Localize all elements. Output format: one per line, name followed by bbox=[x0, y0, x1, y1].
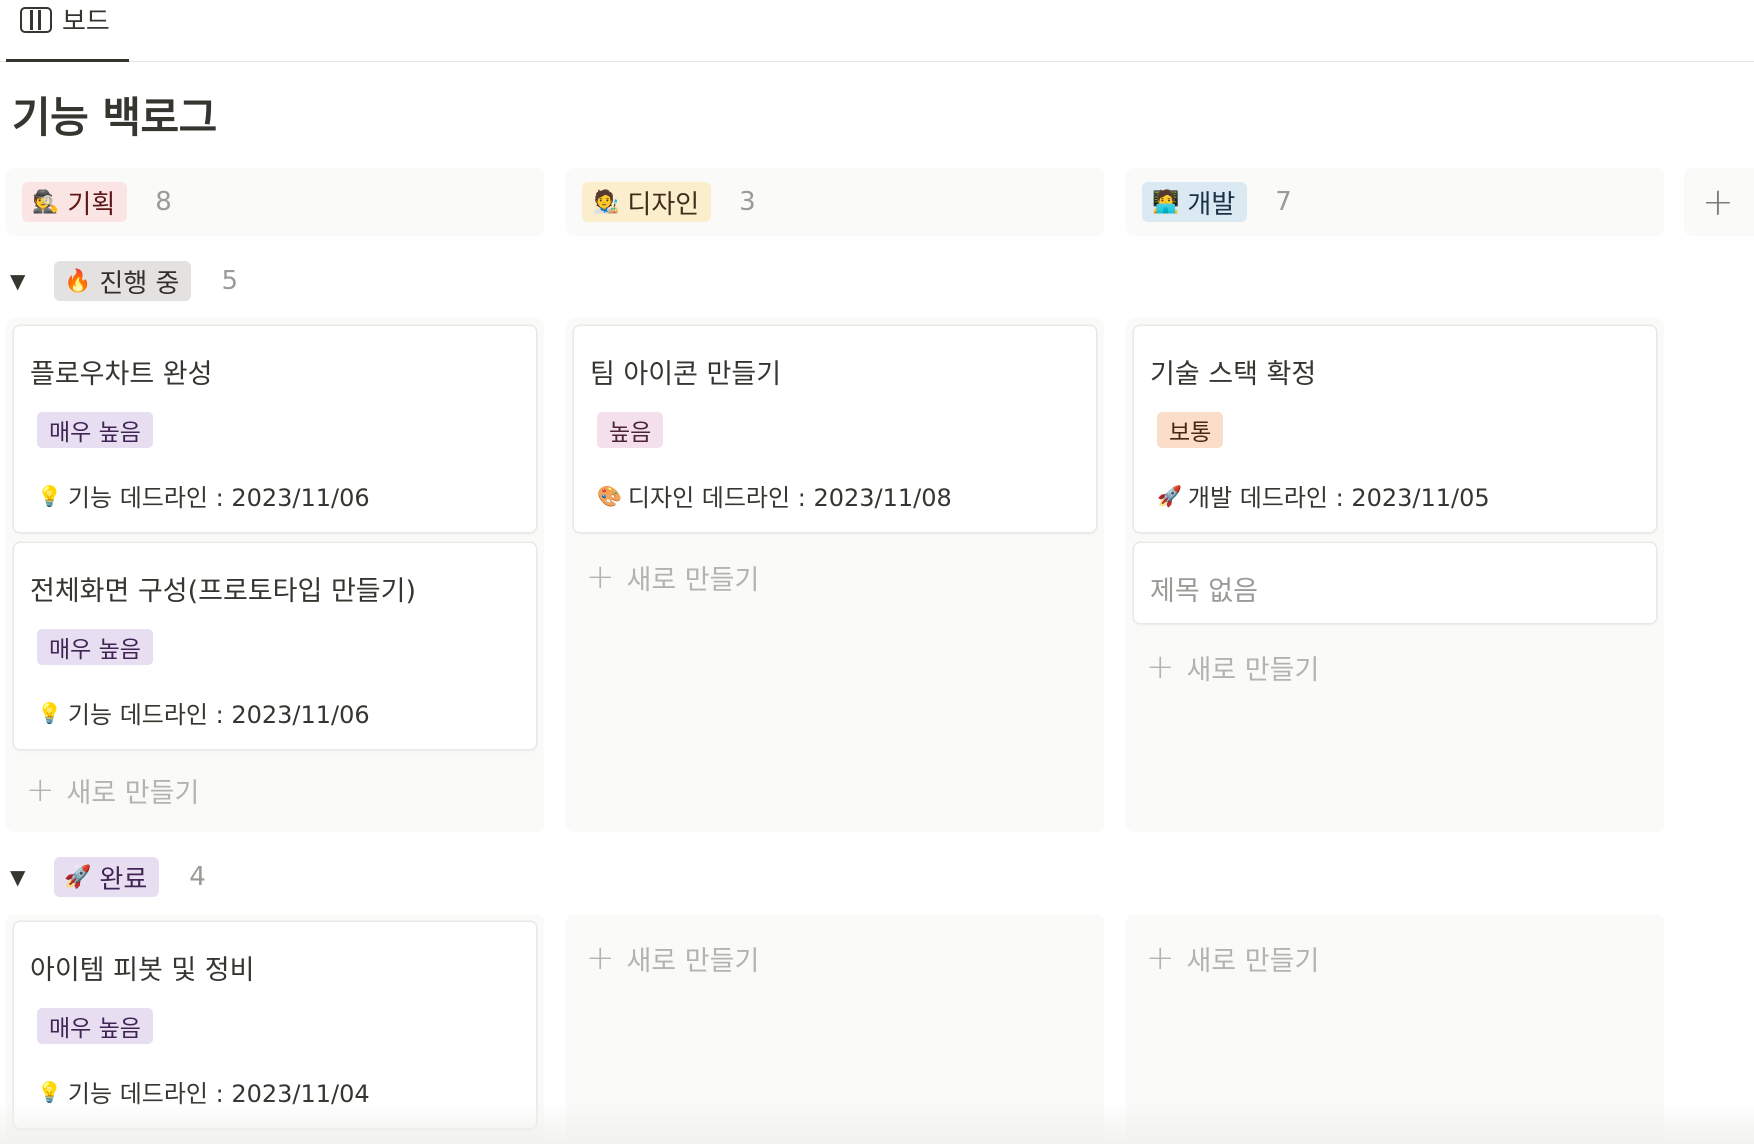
group-tag-in-progress: 🔥 진행 중 bbox=[54, 261, 192, 301]
column-label: 디자인 bbox=[627, 189, 700, 220]
new-card-label: 새로 만들기 bbox=[1186, 654, 1320, 686]
artist-icon: 🧑‍🎨 bbox=[592, 189, 620, 215]
column-tag-planning[interactable]: 🕵️ 기획 bbox=[22, 182, 128, 222]
card-deadline: 💡 기능 데드라인 : 2023/11/06 bbox=[37, 478, 370, 513]
card-title: 전체화면 구성(프로토타입 만들기) bbox=[30, 576, 416, 607]
column-count: 7 bbox=[1275, 187, 1292, 217]
group-count: 5 bbox=[221, 266, 238, 296]
card-title: 제목 없음 bbox=[1150, 576, 1258, 607]
card-deadline: 🚀 개발 데드라인 : 2023/11/05 bbox=[1157, 478, 1490, 513]
column-header-dev[interactable]: 🧑‍💻 개발 7 bbox=[1126, 168, 1664, 236]
group-header-in-progress[interactable]: ▼ 🔥 진행 중 5 bbox=[10, 261, 238, 301]
priority-tag: 높음 bbox=[597, 412, 664, 448]
new-card-label: 새로 만들기 bbox=[626, 945, 760, 977]
new-card-button[interactable]: + 새로 만들기 bbox=[586, 557, 759, 597]
deadline-text: 기능 데드라인 : 2023/11/06 bbox=[67, 701, 370, 729]
rocket-icon: 🚀 bbox=[1157, 483, 1182, 508]
plus-icon: + bbox=[586, 557, 615, 597]
palette-icon: 🎨 bbox=[597, 483, 622, 508]
deadline-text: 개발 데드라인 : 2023/11/05 bbox=[1187, 484, 1490, 512]
column-header-design[interactable]: 🧑‍🎨 디자인 3 bbox=[566, 168, 1104, 236]
priority-tag: 매우 높음 bbox=[37, 1008, 153, 1044]
tab-board-label: 보드 bbox=[62, 7, 110, 37]
new-card-button[interactable]: + 새로 만들기 bbox=[1146, 647, 1319, 687]
priority-tag: 보통 bbox=[1157, 412, 1224, 448]
plus-icon: + bbox=[1702, 180, 1734, 224]
collapse-triangle-icon[interactable]: ▼ bbox=[10, 269, 28, 293]
fire-icon: 🔥 bbox=[64, 268, 92, 294]
collapse-triangle-icon[interactable]: ▼ bbox=[10, 865, 28, 889]
page-title: 기능 백로그 bbox=[12, 93, 217, 142]
card-deadline: 🎨 디자인 데드라인 : 2023/11/08 bbox=[597, 478, 952, 513]
new-card-label: 새로 만들기 bbox=[66, 777, 200, 809]
new-card-label: 새로 만들기 bbox=[626, 564, 760, 596]
board-icon bbox=[20, 6, 52, 33]
card[interactable]: 팀 아이콘 만들기 높음 🎨 디자인 데드라인 : 2023/11/08 bbox=[574, 326, 1096, 532]
group-tag-done: 🚀 완료 bbox=[54, 857, 160, 897]
group-header-done[interactable]: ▼ 🚀 완료 4 bbox=[10, 857, 206, 897]
plus-icon: + bbox=[26, 770, 55, 810]
plus-icon: + bbox=[1146, 938, 1175, 978]
new-card-button[interactable]: + 새로 만들기 bbox=[586, 938, 759, 978]
card-title: 팀 아이콘 만들기 bbox=[590, 359, 782, 390]
add-column-button[interactable]: + bbox=[1684, 168, 1754, 236]
group-label: 진행 중 bbox=[99, 268, 180, 299]
plus-icon: + bbox=[586, 938, 615, 978]
group-count: 4 bbox=[189, 862, 206, 892]
card-title: 기술 스택 확정 bbox=[1150, 359, 1317, 390]
technologist-icon: 🧑‍💻 bbox=[1152, 189, 1180, 215]
lightbulb-icon: 💡 bbox=[37, 483, 62, 508]
lightbulb-icon: 💡 bbox=[37, 700, 62, 725]
scroll-fade bbox=[0, 1100, 1754, 1144]
group-label: 완료 bbox=[99, 864, 148, 895]
deadline-text: 기능 데드라인 : 2023/11/06 bbox=[67, 484, 370, 512]
rocket-icon: 🚀 bbox=[64, 864, 92, 890]
deadline-text: 디자인 데드라인 : 2023/11/08 bbox=[627, 484, 952, 512]
card[interactable]: 플로우차트 완성 매우 높음 💡 기능 데드라인 : 2023/11/06 bbox=[14, 326, 536, 532]
priority-tag: 매우 높음 bbox=[37, 412, 153, 448]
card[interactable]: 기술 스택 확정 보통 🚀 개발 데드라인 : 2023/11/05 bbox=[1134, 326, 1656, 532]
card-title: 아이템 피봇 및 정비 bbox=[30, 955, 255, 986]
column-count: 3 bbox=[739, 187, 756, 217]
column-tag-design[interactable]: 🧑‍🎨 디자인 bbox=[582, 182, 712, 222]
column-tag-dev[interactable]: 🧑‍💻 개발 bbox=[1142, 182, 1248, 222]
tab-board[interactable]: 보드 bbox=[6, 0, 129, 62]
new-card-button[interactable]: + 새로 만들기 bbox=[26, 770, 199, 810]
new-card-label: 새로 만들기 bbox=[1186, 945, 1320, 977]
priority-tag: 매우 높음 bbox=[37, 629, 153, 665]
detective-icon: 🕵️ bbox=[32, 189, 60, 215]
new-card-button[interactable]: + 새로 만들기 bbox=[1146, 938, 1319, 978]
view-tab-bar: 보드 bbox=[0, 0, 1754, 62]
card[interactable]: 제목 없음 bbox=[1134, 543, 1656, 623]
card[interactable]: 전체화면 구성(프로토타입 만들기) 매우 높음 💡 기능 데드라인 : 202… bbox=[14, 543, 536, 749]
column-header-planning[interactable]: 🕵️ 기획 8 bbox=[6, 168, 544, 236]
column-label: 개발 bbox=[1187, 189, 1236, 220]
column-count: 8 bbox=[155, 187, 172, 217]
column-label: 기획 bbox=[67, 189, 116, 220]
plus-icon: + bbox=[1146, 647, 1175, 687]
card[interactable]: 아이템 피봇 및 정비 매우 높음 💡 기능 데드라인 : 2023/11/04 bbox=[14, 922, 536, 1128]
card-deadline: 💡 기능 데드라인 : 2023/11/06 bbox=[37, 695, 370, 730]
card-title: 플로우차트 완성 bbox=[30, 359, 213, 390]
